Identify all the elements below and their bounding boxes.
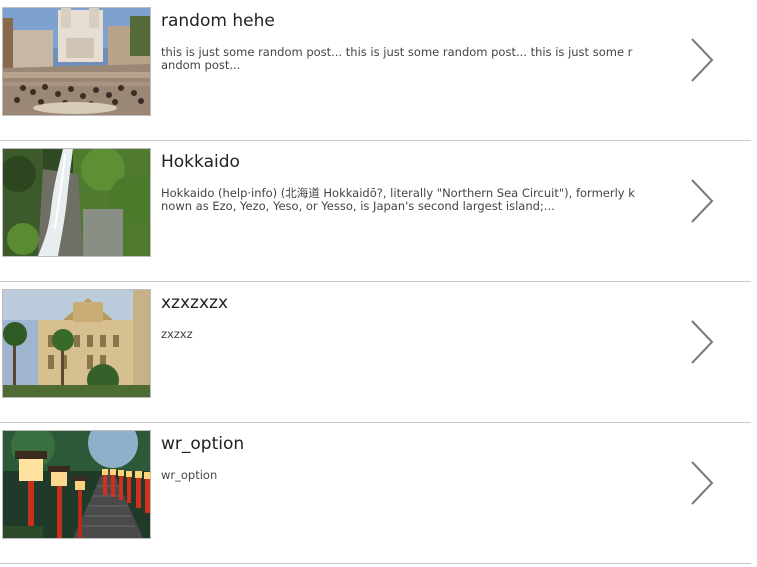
post-thumbnail[interactable] [2, 148, 151, 257]
post-title[interactable]: Hokkaido [161, 152, 240, 172]
chevron-right-icon[interactable] [689, 460, 715, 506]
post-list: random hehe this is just some random pos… [0, 0, 757, 564]
post-excerpt: wr_option [161, 468, 218, 482]
post-thumbnail[interactable] [2, 289, 151, 398]
post-excerpt: Hokkaido (help·info) (北海道 Hokkaidō?, lit… [161, 186, 635, 213]
chevron-right-icon[interactable] [689, 319, 715, 365]
post-thumbnail[interactable] [2, 7, 151, 116]
post-title[interactable]: xzxzxzx [161, 293, 228, 313]
post-thumbnail[interactable] [2, 430, 151, 539]
post-title[interactable]: wr_option [161, 434, 244, 454]
list-item[interactable]: wr_option wr_option [0, 423, 751, 564]
chevron-right-icon[interactable] [689, 37, 715, 83]
list-item[interactable]: random hehe this is just some random pos… [0, 0, 751, 141]
post-title[interactable]: random hehe [161, 11, 275, 31]
waterfall-image [3, 149, 150, 256]
spanish-steps-image [3, 8, 150, 115]
post-excerpt: this is just some random post... this is… [161, 45, 633, 72]
list-item[interactable]: Hokkaido Hokkaido (help·info) (北海道 Hokka… [0, 141, 751, 282]
list-item[interactable]: xzxzxzx zxzxz [0, 282, 751, 423]
post-excerpt: zxzxz [161, 327, 193, 341]
chevron-right-icon[interactable] [689, 178, 715, 224]
lanterns-image [3, 431, 150, 538]
building-palms-image [3, 290, 150, 397]
